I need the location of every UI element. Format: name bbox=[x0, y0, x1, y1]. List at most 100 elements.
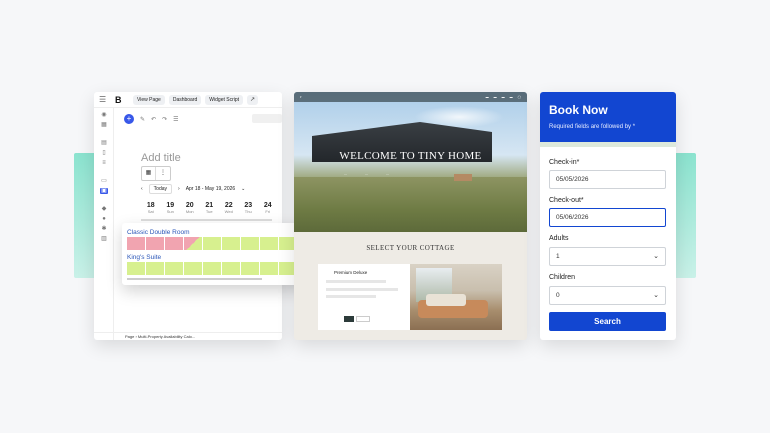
availability-cell[interactable] bbox=[203, 237, 221, 250]
widget-script-button[interactable]: Widget Script bbox=[205, 94, 244, 105]
toolbar-search[interactable] bbox=[252, 114, 282, 123]
dashboard-button[interactable]: Dashboard bbox=[168, 94, 202, 105]
amenity-line bbox=[326, 288, 398, 291]
site-nav-links[interactable]: ▬ ▬ ▬ ▬ ◯ bbox=[486, 95, 521, 99]
children-label: Children bbox=[549, 274, 576, 281]
editor-toolbar: + ✎ ↶ ↷ ☰ bbox=[114, 110, 282, 128]
block-editor-window: ☰ B View Page Dashboard Widget Script ↗ … bbox=[94, 92, 282, 340]
chevron-down-icon: ⌄ bbox=[653, 253, 659, 260]
calendar-scrollbar[interactable] bbox=[141, 219, 272, 221]
children-select[interactable]: 0 ⌄ bbox=[549, 286, 666, 305]
page-title-placeholder[interactable]: Add title bbox=[141, 152, 181, 164]
chevron-down-icon[interactable]: ⌄ bbox=[241, 186, 245, 192]
booking-header: Book Now Required fields are followed by… bbox=[540, 92, 676, 142]
site-navbar: ◐ ▬ ▬ ▬ ▬ ◯ bbox=[294, 92, 527, 102]
hero-image: ◐ ▬ ▬ ▬ ▬ ◯ WELCOME TO TINY HOME — — — bbox=[294, 92, 527, 232]
grid-icon[interactable]: ▦ bbox=[100, 122, 108, 128]
calendar-icon[interactable]: ▦ bbox=[142, 167, 156, 180]
document-icon[interactable]: ▯ bbox=[100, 150, 108, 156]
inbox-icon[interactable]: ▭ bbox=[100, 178, 108, 184]
view-page-button[interactable]: View Page bbox=[133, 94, 165, 105]
availability-cell[interactable] bbox=[260, 237, 278, 250]
chevron-down-icon: ⌄ bbox=[653, 292, 659, 299]
block-icon-active[interactable]: ▣ bbox=[100, 188, 108, 194]
hero-search-button[interactable] bbox=[454, 174, 472, 181]
availability-cell[interactable] bbox=[184, 237, 202, 250]
availability-cell[interactable] bbox=[203, 262, 221, 275]
day-column: 21 Tue bbox=[205, 202, 214, 214]
hero-title: WELCOME TO TINY HOME bbox=[339, 150, 482, 162]
availability-scrollbar[interactable] bbox=[127, 278, 262, 280]
calendar-icon[interactable]: ▤ bbox=[100, 140, 108, 146]
availability-cell[interactable] bbox=[241, 262, 259, 275]
search-button[interactable]: Search bbox=[549, 312, 666, 331]
availability-cell[interactable] bbox=[127, 262, 145, 275]
amenity-line bbox=[326, 295, 376, 298]
booking-widget: Book Now Required fields are followed by… bbox=[540, 92, 676, 340]
adults-value: 1 bbox=[556, 253, 560, 260]
day-column: 18 Sat bbox=[146, 202, 155, 214]
availability-cell[interactable] bbox=[165, 262, 183, 275]
availability-cell[interactable] bbox=[127, 237, 145, 250]
eye-icon[interactable]: ◉ bbox=[100, 112, 108, 118]
menu-icon[interactable]: ☰ bbox=[99, 95, 111, 104]
checkout-field[interactable]: 05/06/2026 bbox=[549, 208, 666, 227]
book-button[interactable] bbox=[344, 316, 354, 322]
redo-icon[interactable]: ↷ bbox=[162, 116, 167, 123]
details-button[interactable] bbox=[356, 316, 370, 322]
children-value: 0 bbox=[556, 292, 560, 299]
settings-icon[interactable]: ✱ bbox=[100, 226, 108, 232]
availability-cell[interactable] bbox=[241, 237, 259, 250]
chevron-left-icon[interactable]: ‹ bbox=[141, 186, 143, 192]
day-column: 22 Wed bbox=[224, 202, 233, 214]
availability-cell[interactable] bbox=[146, 237, 164, 250]
user-icon[interactable]: ● bbox=[100, 216, 108, 222]
document-overview-icon[interactable]: ☰ bbox=[173, 116, 178, 123]
section-title: SELECT YOUR COTTAGE bbox=[366, 244, 455, 252]
date-range-selector[interactable]: Apr 18 - May 19, 2026 bbox=[186, 186, 235, 192]
external-link-icon[interactable]: ↗ bbox=[247, 94, 259, 105]
editor-logo: B bbox=[115, 94, 122, 105]
block-toolbar: ▦ ⋮ bbox=[141, 166, 171, 181]
grass-field bbox=[294, 177, 527, 232]
availability-cell[interactable] bbox=[260, 262, 278, 275]
undo-icon[interactable]: ↶ bbox=[151, 116, 156, 123]
header-divider bbox=[540, 142, 676, 147]
day-column: 23 Thu bbox=[244, 202, 253, 214]
pen-icon[interactable]: ✎ bbox=[140, 116, 145, 123]
paint-icon[interactable]: ◆ bbox=[100, 206, 108, 212]
cottage-card[interactable]: Premium Deluxe bbox=[318, 264, 502, 330]
checkin-label: Check-in* bbox=[549, 159, 580, 166]
booking-title: Book Now bbox=[549, 103, 608, 117]
tools-icon[interactable]: ▥ bbox=[100, 236, 108, 242]
checkout-label: Check-out* bbox=[549, 197, 584, 204]
editor-sidebar: ◉ ▦ ▤ ▯ ≡ ▭ ▣ ◆ ● ✱ ▥ bbox=[94, 108, 114, 340]
calendar-day-header: 18 Sat 19 Sun 20 Mon 21 Tue 22 Wed 23 Thu 24 Fr… bbox=[141, 202, 278, 214]
more-options-icon[interactable]: ⋮ bbox=[156, 167, 170, 180]
day-column: 20 Mon bbox=[185, 202, 194, 214]
cottage-photo bbox=[410, 264, 502, 330]
today-button[interactable]: Today bbox=[148, 184, 173, 194]
booking-subtitle: Required fields are followed by * bbox=[549, 124, 636, 130]
availability-cell[interactable] bbox=[146, 262, 164, 275]
availability-cell[interactable] bbox=[222, 262, 240, 275]
chevron-right-icon[interactable]: › bbox=[178, 186, 180, 192]
cottage-name[interactable]: Premium Deluxe bbox=[334, 270, 367, 275]
adults-select[interactable]: 1 ⌄ bbox=[549, 247, 666, 266]
editor-topbar: ☰ B View Page Dashboard Widget Script ↗ bbox=[94, 92, 282, 108]
calendar-navigation: ‹ Today › Apr 18 - May 19, 2026 ⌄ bbox=[141, 184, 245, 194]
website-preview: ◐ ▬ ▬ ▬ ▬ ◯ WELCOME TO TINY HOME — — — SELECT … bbox=[294, 92, 527, 340]
availability-cell[interactable] bbox=[184, 262, 202, 275]
checkin-field[interactable]: 05/05/2026 bbox=[549, 170, 666, 189]
availability-cell[interactable] bbox=[165, 237, 183, 250]
site-logo-icon[interactable]: ◐ bbox=[300, 95, 302, 99]
description-line bbox=[326, 280, 386, 283]
breadcrumb[interactable]: Page › Multi-Property Availability Calo.… bbox=[94, 332, 282, 340]
availability-cell[interactable] bbox=[222, 237, 240, 250]
list-icon[interactable]: ≡ bbox=[100, 160, 108, 166]
day-column: 19 Sun bbox=[166, 202, 175, 214]
cushion bbox=[426, 294, 466, 306]
adults-label: Adults bbox=[549, 235, 569, 242]
add-block-icon[interactable]: + bbox=[124, 114, 134, 124]
cottage-card-details: Premium Deluxe bbox=[318, 264, 408, 330]
